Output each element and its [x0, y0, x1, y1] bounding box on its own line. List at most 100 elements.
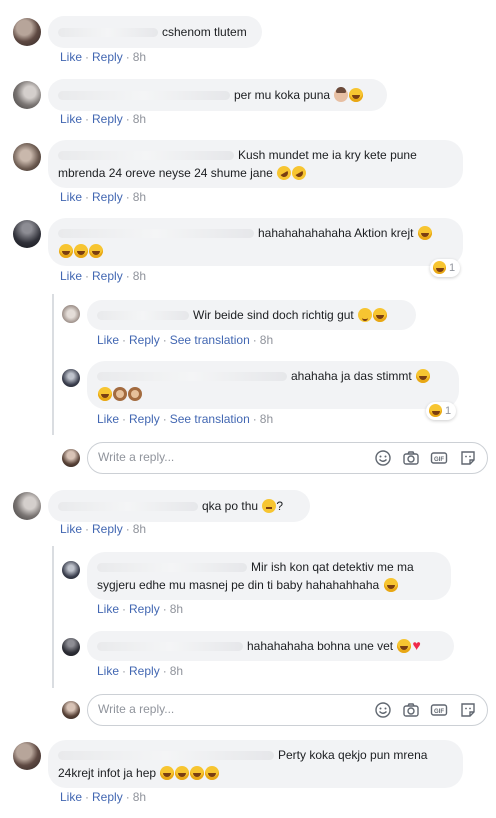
timestamp[interactable]: 8h	[170, 664, 183, 678]
comment-bubble: qka po thu ?	[48, 490, 310, 522]
like-link[interactable]: Like	[60, 269, 82, 283]
see-translation-link[interactable]: See translation	[170, 412, 250, 426]
camera-icon[interactable]	[402, 449, 420, 467]
comment-actions: Like · Reply · 8h	[60, 50, 147, 64]
timestamp[interactable]: 8h	[170, 602, 183, 616]
redacted-name	[58, 91, 230, 101]
reaction-count-badge[interactable]: 1	[430, 259, 461, 277]
timestamp[interactable]: 8h	[133, 112, 146, 126]
reply-bubble: hahahahaha bohna une vet	[87, 631, 454, 661]
avatar[interactable]	[13, 220, 41, 248]
joy-emoji-icon	[175, 766, 190, 780]
reply-link[interactable]: Reply	[129, 664, 160, 678]
joy-emoji-icon	[417, 226, 432, 240]
reply-link[interactable]: Reply	[129, 412, 160, 426]
redacted-name	[58, 751, 274, 761]
reply-link[interactable]: Reply	[129, 602, 160, 616]
avatar[interactable]	[13, 143, 41, 171]
reply-text-line1: Mir ish kon qat detektiv me ma	[251, 560, 414, 574]
joy-emoji-icon	[349, 88, 364, 102]
sticker-icon[interactable]	[459, 701, 477, 719]
redacted-name	[58, 28, 158, 38]
redacted-name	[97, 311, 189, 321]
reply-actions: Like · Reply · See translation · 8h	[97, 412, 274, 426]
avatar[interactable]	[13, 742, 41, 770]
haha-reaction-icon	[429, 404, 442, 417]
avatar[interactable]	[62, 305, 80, 323]
like-link[interactable]: Like	[97, 664, 119, 678]
reply-link[interactable]: Reply	[129, 333, 160, 347]
joy-emoji-icon	[373, 308, 388, 322]
like-link[interactable]: Like	[60, 112, 82, 126]
timestamp[interactable]: 8h	[260, 333, 273, 347]
like-link[interactable]: Like	[97, 333, 119, 347]
comment-actions: Like · Reply · 8h	[60, 190, 147, 204]
reaction-count-badge[interactable]: 1	[426, 402, 457, 420]
comment-bubble: cshenom tlutem	[48, 16, 262, 48]
emoji-icon[interactable]	[374, 449, 392, 467]
avatar[interactable]	[13, 492, 41, 520]
like-link[interactable]: Like	[60, 50, 82, 64]
avatar[interactable]	[62, 638, 80, 656]
like-link[interactable]: Like	[60, 522, 82, 536]
reply-link[interactable]: Reply	[92, 190, 123, 204]
like-link[interactable]: Like	[60, 790, 82, 804]
reply-input[interactable]	[98, 450, 348, 464]
timestamp[interactable]: 8h	[133, 522, 146, 536]
joy-emoji-icon	[397, 639, 412, 653]
reply-link[interactable]: Reply	[92, 269, 123, 283]
comment-text: cshenom tlutem	[162, 25, 247, 39]
avatar[interactable]	[13, 81, 41, 109]
thread-line	[52, 546, 54, 688]
person-emoji-icon	[334, 87, 349, 102]
reply-link[interactable]: Reply	[92, 790, 123, 804]
comment-bubble: Kush mundet me ia kry kete pune mbrenda …	[48, 140, 463, 188]
reply-bubble: Mir ish kon qat detektiv me ma sygjeru e…	[87, 552, 451, 600]
reply-input[interactable]	[98, 702, 348, 716]
joy-emoji-icon	[59, 244, 73, 258]
timestamp[interactable]: 8h	[133, 790, 146, 804]
timestamp[interactable]: 8h	[133, 50, 146, 64]
reply-link[interactable]: Reply	[92, 522, 123, 536]
redacted-name	[97, 642, 243, 652]
timestamp[interactable]: 8h	[260, 412, 273, 426]
gif-icon[interactable]: GIF	[430, 701, 448, 719]
see-translation-link[interactable]: See translation	[170, 333, 250, 347]
joy-emoji-icon	[74, 244, 88, 258]
my-avatar	[62, 449, 80, 467]
avatar[interactable]	[62, 561, 80, 579]
reply-link[interactable]: Reply	[92, 112, 123, 126]
see-no-evil-monkey-icon	[113, 387, 127, 401]
timestamp[interactable]: 8h	[133, 190, 146, 204]
reply-text: hahahahaha bohna une vet	[247, 639, 394, 653]
redacted-name	[58, 151, 234, 161]
joy-emoji-icon	[383, 578, 398, 592]
sticker-icon[interactable]	[459, 449, 477, 467]
camera-icon[interactable]	[402, 701, 420, 719]
wink-emoji-icon	[358, 308, 373, 322]
redacted-name	[97, 372, 287, 382]
reply-link[interactable]: Reply	[92, 50, 123, 64]
redacted-name	[97, 563, 247, 573]
reply-text: Wir beide sind doch richtig gut	[193, 308, 354, 322]
like-link[interactable]: Like	[60, 190, 82, 204]
avatar[interactable]	[13, 18, 41, 46]
like-link[interactable]: Like	[97, 602, 119, 616]
gif-icon[interactable]: GIF	[430, 449, 448, 467]
emoji-icon[interactable]	[374, 701, 392, 719]
heart-emoji-icon	[412, 636, 424, 654]
reply-text-line2: sygjeru edhe mu masnej pe din ti baby ha…	[97, 578, 380, 592]
comment-text-line1: Perty koka qekjo pun mrena	[278, 748, 428, 762]
rofl-emoji-icon	[289, 163, 309, 183]
comment-actions: Like · Reply · 8h	[60, 790, 147, 804]
timestamp[interactable]: 8h	[133, 269, 146, 283]
reply-actions: Like · Reply · 8h	[97, 664, 184, 678]
svg-text:GIF: GIF	[434, 709, 444, 715]
like-link[interactable]: Like	[97, 412, 119, 426]
redacted-name	[58, 502, 198, 512]
comment-bubble: Perty koka qekjo pun mrena 24krejt infot…	[48, 740, 463, 788]
redacted-name	[58, 229, 254, 239]
avatar[interactable]	[62, 369, 80, 387]
comment-text: per mu koka puna	[234, 88, 331, 102]
reply-actions: Like · Reply · See translation · 8h	[97, 333, 274, 347]
